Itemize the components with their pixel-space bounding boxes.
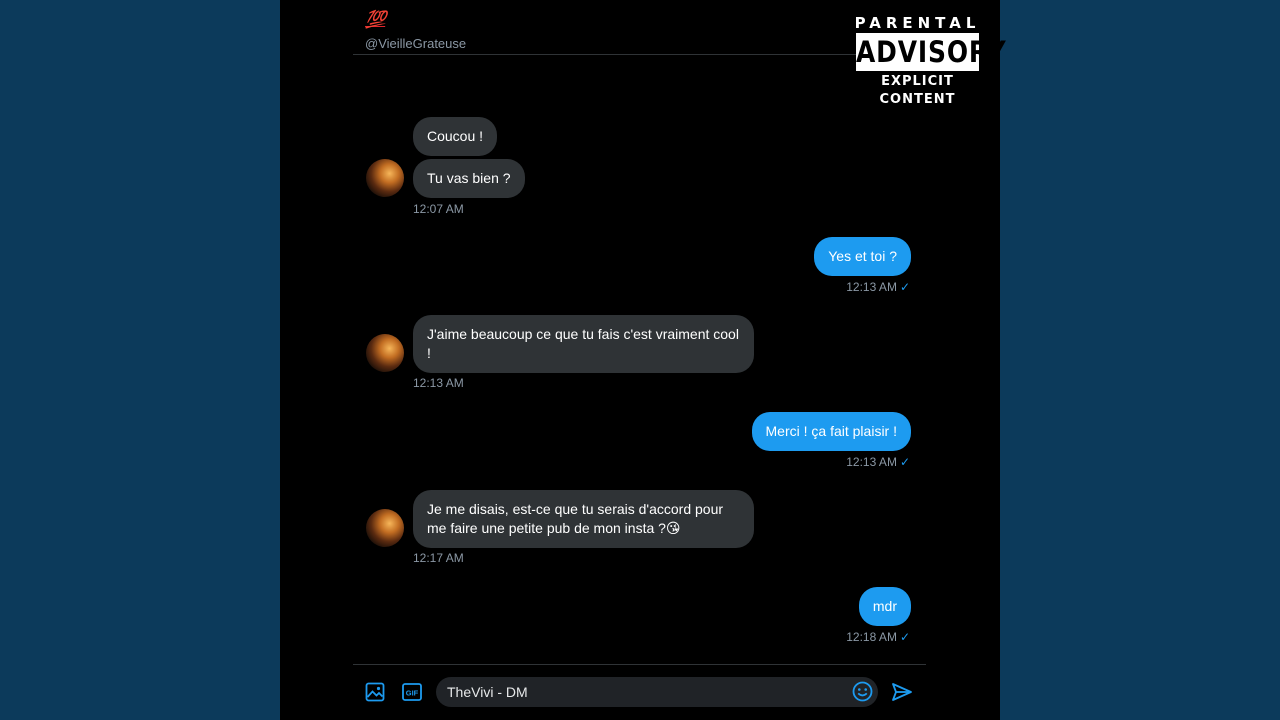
advisory-bottom-text: EXPLICIT CONTENT	[879, 74, 956, 107]
message-timestamp: 12:13 AM	[846, 280, 897, 294]
incoming-message[interactable]: Je me disais, est-ce que tu serais d'acc…	[413, 490, 754, 548]
read-check-icon: ✓	[899, 630, 910, 644]
avatar[interactable]	[366, 159, 404, 197]
gif-label: GIF	[406, 689, 419, 698]
advisory-middle-text: ADVISORY	[856, 33, 1007, 71]
read-check-icon: ✓	[899, 280, 910, 294]
outgoing-message[interactable]: mdr	[858, 587, 911, 626]
message-input[interactable]: TheVivi - DM	[436, 677, 878, 707]
composer-divider	[353, 664, 926, 665]
outgoing-message[interactable]: Merci ! ça fait plaisir !	[751, 412, 911, 451]
advisory-top-text: PARENTAL	[854, 14, 981, 32]
dm-panel: 💯 @VieilleGrateuse PARENTAL ADVISORY EXP…	[280, 0, 1007, 720]
message-timestamp: 12:07 AM	[413, 202, 464, 216]
image-icon[interactable]	[365, 682, 385, 707]
message-timestamp: 12:13 AM	[413, 376, 464, 390]
read-check-icon: ✓	[899, 455, 910, 469]
header-divider	[353, 54, 926, 55]
outgoing-message[interactable]: Yes et toi ?	[814, 237, 911, 276]
message-timestamp: 12:13 AM	[846, 455, 897, 469]
hundred-emoji-icon: 💯	[365, 10, 386, 30]
message-status: 12:13 AM ✓	[846, 455, 910, 469]
avatar[interactable]	[366, 509, 404, 547]
incoming-message[interactable]: Tu vas bien ?	[413, 159, 525, 198]
avatar[interactable]	[366, 334, 404, 372]
gif-icon[interactable]: GIF	[402, 683, 422, 706]
message-status: 12:18 AM ✓	[846, 630, 910, 644]
incoming-message[interactable]: Coucou !	[413, 117, 498, 156]
parental-advisory-logo: PARENTAL ADVISORY EXPLICIT CONTENT	[846, 14, 1007, 107]
message-input-text: TheVivi - DM	[447, 684, 528, 700]
user-handle[interactable]: @VieilleGrateuse	[365, 36, 466, 51]
incoming-message[interactable]: J'aime beaucoup ce que tu fais c'est vra…	[413, 315, 754, 373]
message-timestamp: 12:18 AM	[846, 630, 897, 644]
send-icon[interactable]	[891, 682, 913, 707]
message-status: 12:13 AM ✓	[846, 280, 910, 294]
message-timestamp: 12:17 AM	[413, 551, 464, 565]
emoji-icon[interactable]	[852, 681, 873, 707]
conversation-header[interactable]: 💯 @VieilleGrateuse	[365, 10, 466, 51]
